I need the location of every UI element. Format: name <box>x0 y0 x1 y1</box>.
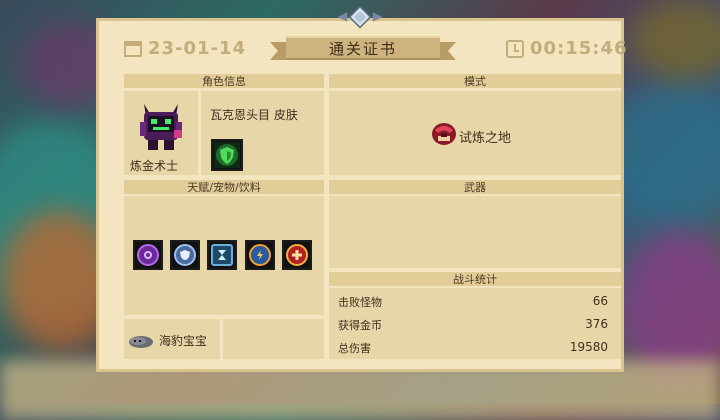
mode-name: 试炼之地 <box>459 131 512 146</box>
stat-value-gold: 376 <box>585 317 608 331</box>
background-decor <box>630 0 720 80</box>
stat-value-kills: 66 <box>592 294 608 308</box>
stat-label-kills: 击败怪物 <box>338 296 382 309</box>
character-name: 炼金术士 <box>130 159 179 173</box>
clock-icon <box>506 39 524 58</box>
date-display: 23-01-14 <box>124 38 246 59</box>
stat-value-damage: 19580 <box>569 340 608 354</box>
date-text: 23-01-14 <box>148 38 247 59</box>
heal-talent-icon <box>282 240 312 270</box>
weapons-box <box>329 196 621 268</box>
drink-box <box>223 319 324 359</box>
diamond-ornament-icon <box>336 4 384 30</box>
alchemist-character-icon <box>136 100 186 152</box>
skin-name: 瓦克恩头目 皮肤 <box>210 108 298 122</box>
character-info-header: 角色信息 <box>124 74 324 88</box>
calendar-icon <box>124 40 142 57</box>
hourglass-talent-icon <box>207 240 237 270</box>
crit-talent-icon <box>245 240 275 270</box>
trial-land-icon <box>430 120 458 146</box>
skin-shield-icon <box>211 139 243 171</box>
stat-label-damage: 总伤害 <box>338 342 371 355</box>
poison-talent-icon <box>133 240 163 270</box>
mode-header: 模式 <box>329 74 621 88</box>
shield-talent-icon <box>170 240 200 270</box>
title-ribbon: 通关证书 <box>270 36 456 62</box>
battle-stats-header: 战斗统计 <box>329 272 621 286</box>
weapons-header: 武器 <box>329 180 621 194</box>
certificate-title: 通关证书 <box>286 36 440 60</box>
time-display: 00:15:46 <box>506 38 628 59</box>
pet-name: 海豹宝宝 <box>159 334 208 348</box>
stat-label-gold: 获得金币 <box>338 319 382 332</box>
talents-header: 天赋/宠物/饮料 <box>124 180 324 194</box>
baby-seal-icon <box>128 333 154 349</box>
time-text: 00:15:46 <box>530 38 628 59</box>
